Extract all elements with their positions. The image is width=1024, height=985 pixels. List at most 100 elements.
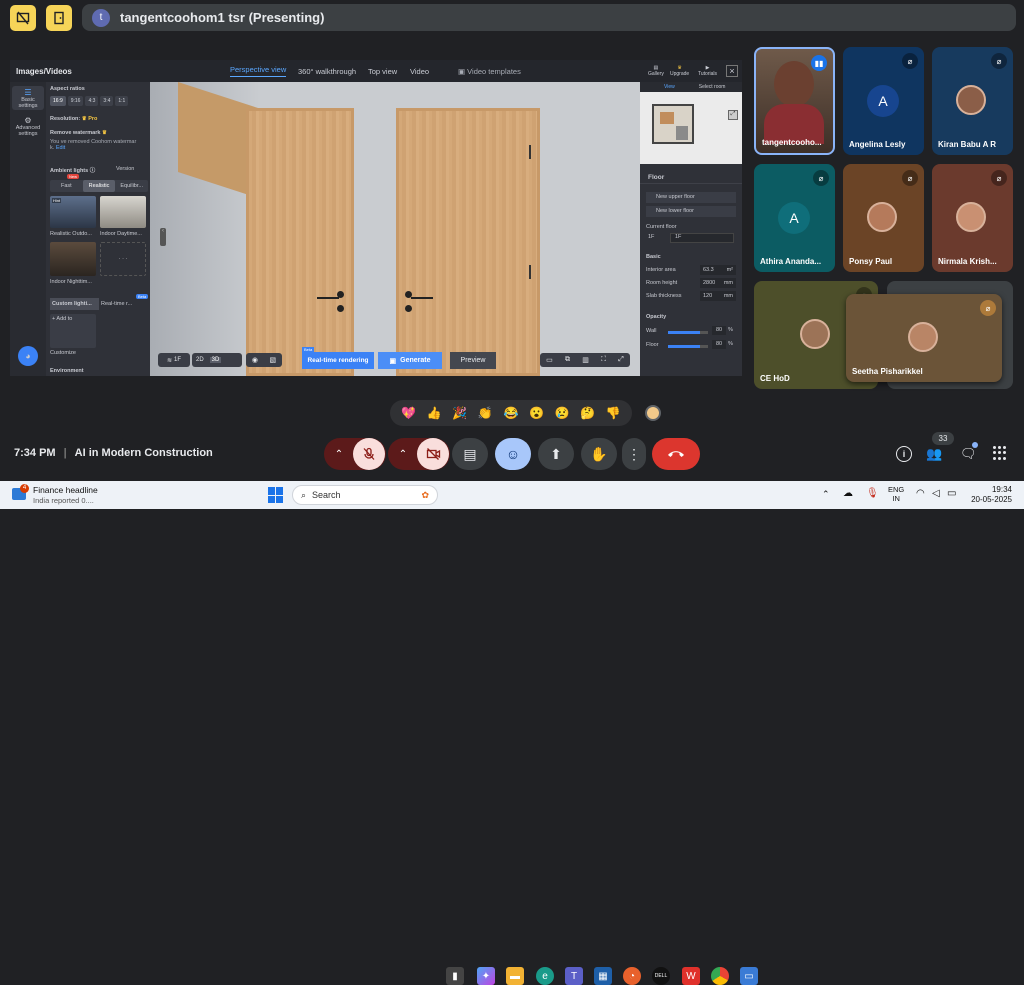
tab-realtime[interactable]: Real-time r...	[99, 298, 148, 310]
reaction-party[interactable]: 🎉	[450, 403, 470, 423]
aspect-4-3[interactable]: 4:3	[85, 96, 99, 106]
language-indicator[interactable]: ENG IN	[888, 485, 904, 503]
sidebar-basic-settings[interactable]: ☰ Basic settings	[12, 86, 44, 110]
present-button[interactable]: ⬆	[538, 438, 574, 470]
slab-thickness-field[interactable]: 120 mm	[700, 291, 736, 301]
activities-icon[interactable]	[993, 446, 1007, 460]
monitor-icon[interactable]: ▭	[546, 356, 553, 364]
participant-tile-ponsy[interactable]: ⌀ Ponsy Paul	[843, 164, 924, 272]
taskbar-search[interactable]: ⌕ Search ✿	[292, 485, 438, 505]
companion-mode-button[interactable]	[46, 5, 72, 31]
wifi-icon[interactable]: ◠	[916, 488, 925, 499]
raise-hand-button[interactable]: ✋	[581, 438, 617, 470]
tab-select-room[interactable]: Select room	[699, 84, 726, 90]
battery-icon[interactable]: ▭	[947, 488, 956, 499]
participant-tile-kiran[interactable]: ⌀ Kiran Babu A R	[932, 47, 1013, 155]
new-upper-floor-button[interactable]: New upper floor	[646, 192, 736, 203]
participant-tile-nirmala[interactable]: ⌀ Nirmala Krish...	[932, 164, 1013, 272]
floor-plan-minimap[interactable]: ⤢	[640, 92, 742, 164]
assistant-icon[interactable]: ◕	[18, 346, 38, 366]
firefox-icon[interactable]: ◔	[623, 967, 641, 985]
stop-presenting-button[interactable]	[10, 5, 36, 31]
add-to-box[interactable]: + Add to	[50, 314, 96, 348]
aspect-1-1[interactable]: 1:1	[115, 96, 129, 106]
task-view-icon[interactable]: ▮	[446, 967, 464, 985]
reaction-thumbs-up[interactable]: 👍	[424, 403, 444, 423]
thumb-outdoor[interactable]: Hint	[50, 196, 96, 228]
reaction-surprised[interactable]: 😮	[527, 403, 547, 423]
tray-chevron-icon[interactable]: ⌃	[822, 489, 830, 500]
floor-selector[interactable]: ≋ 1F	[158, 353, 190, 367]
fit-icon[interactable]: ⛶	[601, 356, 606, 364]
floor-name-input[interactable]: 1F	[670, 233, 734, 243]
tab-view[interactable]: View	[664, 84, 675, 90]
tab-top-view[interactable]: Top view	[368, 67, 397, 76]
captions-button[interactable]: ▤	[452, 438, 488, 470]
upgrade-button[interactable]: ♛ Upgrade	[670, 65, 689, 77]
new-lower-floor-button[interactable]: New lower floor	[646, 206, 736, 217]
layers-icon[interactable]: ▧	[270, 356, 277, 364]
thumb-indoor-day[interactable]	[100, 196, 146, 228]
edge-icon[interactable]: e	[536, 967, 554, 985]
snapshot-icon[interactable]: ⧉	[565, 356, 570, 364]
eye-icon[interactable]: ◉	[252, 356, 258, 364]
tab-custom-lighting[interactable]: Custom lighti...	[50, 298, 99, 310]
participant-tile-athira[interactable]: A ⌀ Athira Ananda...	[754, 164, 835, 272]
speaker-icon[interactable]: ◁	[932, 488, 940, 499]
realtime-rendering-button[interactable]: Real-time rendering	[302, 352, 374, 369]
mode-fast[interactable]: Fast	[50, 180, 83, 192]
version-dropdown[interactable]: Version	[116, 166, 134, 172]
clock[interactable]: 19:34 20-05-2025	[962, 485, 1012, 505]
reaction-heart[interactable]: 💖	[399, 403, 419, 423]
reaction-sad[interactable]: 😢	[552, 403, 572, 423]
mode-2d[interactable]: 2D	[196, 357, 204, 363]
aspect-3-4[interactable]: 3:4	[100, 96, 114, 106]
leave-call-button[interactable]	[652, 438, 700, 470]
fullscreen-icon[interactable]: ⤢	[618, 356, 624, 364]
resolution-row[interactable]: Resolution: ♛ Pro	[50, 116, 97, 122]
tab-360[interactable]: 360° walkthrough	[298, 67, 356, 76]
reaction-thumbs-down[interactable]: 👎	[603, 403, 623, 423]
room-height-field[interactable]: 2800 mm	[700, 278, 736, 288]
start-button[interactable]	[268, 487, 284, 503]
wps-icon[interactable]: W	[682, 967, 700, 985]
people-icon[interactable]: 👥	[926, 446, 942, 462]
chat-icon[interactable]: 🗨	[960, 446, 977, 462]
tutorials-button[interactable]: ▶ Tutorials	[698, 65, 717, 77]
tab-perspective[interactable]: Perspective view	[230, 65, 287, 77]
generate-button[interactable]: ▣ Generate	[378, 352, 442, 369]
store-icon[interactable]: ▦	[594, 967, 612, 985]
mic-tray-icon[interactable]: 🎙	[866, 488, 879, 499]
collapse-handle[interactable]: ‹	[160, 228, 166, 246]
dell-icon[interactable]: DELL	[652, 967, 670, 985]
camera-toggle-button[interactable]	[417, 438, 449, 470]
teams-icon[interactable]: T	[565, 967, 583, 985]
chrome-icon[interactable]	[711, 967, 729, 985]
thumb-indoor-night[interactable]	[50, 242, 96, 276]
sidebar-advanced-settings[interactable]: ⚙ Advanced settings	[12, 114, 44, 140]
minimap-expand-icon[interactable]: ⤢	[728, 110, 738, 120]
close-icon[interactable]: ×	[726, 65, 738, 77]
reaction-laugh[interactable]: 😂	[501, 403, 521, 423]
participant-tile-presenter[interactable]: ▮▮ tangentcooho...	[754, 47, 835, 155]
ruler-icon[interactable]: ▥	[582, 356, 589, 364]
video-templates-link[interactable]: ▣ Video templates	[458, 67, 521, 76]
preview-button[interactable]: Preview	[450, 352, 496, 369]
mode-equilibrium[interactable]: Equilibr...	[115, 180, 148, 192]
reactions-button[interactable]: ☺	[495, 438, 531, 470]
skin-tone-selector[interactable]	[645, 405, 661, 421]
thumb-more[interactable]: · · ·	[100, 242, 146, 276]
wall-opacity-slider[interactable]	[668, 331, 708, 334]
edit-link[interactable]: Edit	[56, 145, 65, 151]
wall-opacity-value[interactable]: 80	[712, 326, 726, 335]
floor-opacity-value[interactable]: 80	[712, 340, 726, 349]
mode-3d[interactable]: 3D	[209, 357, 222, 363]
gallery-button[interactable]: ▤ Gallery	[648, 65, 664, 77]
more-options-button[interactable]: ⋮	[622, 438, 646, 470]
floor-opacity-slider[interactable]	[668, 345, 708, 348]
participant-tile-angelina[interactable]: A ⌀ Angelina Lesly	[843, 47, 924, 155]
aspect-16-9[interactable]: 16:9	[50, 96, 66, 106]
reaction-clap[interactable]: 👏	[475, 403, 495, 423]
mic-options-chevron-icon[interactable]: ⌃	[325, 449, 353, 460]
reaction-thinking[interactable]: 🤔	[578, 403, 598, 423]
